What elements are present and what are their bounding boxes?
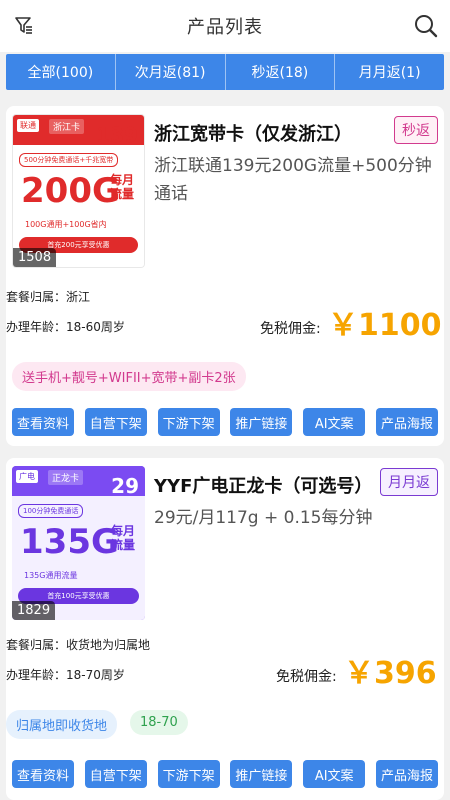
sales-count: 1508	[13, 248, 57, 267]
card-name: 浙江卡	[49, 119, 85, 134]
age-value: 18-70周岁	[66, 668, 125, 682]
age-label: 办理年龄：	[6, 668, 67, 682]
tab-instant[interactable]: 秒返(18)	[226, 54, 336, 90]
action-bar: 查看资料 自营下架 下游下架 推广链接 AI文案 产品海报	[12, 760, 438, 788]
attribution-row: 套餐归属：浙江	[6, 288, 90, 305]
product-description: 浙江联通139元200G流量+500分钟通话	[154, 156, 432, 204]
attribution-label: 套餐归属：	[6, 290, 67, 304]
age-chip: 18-70	[130, 710, 188, 735]
filter-tabs: 全部(100) 次月返(81) 秒返(18) 月月返(1)	[6, 54, 444, 90]
data-detail: 135G通用流量	[24, 571, 78, 580]
promo-link-button[interactable]: 推广链接	[230, 408, 293, 436]
downstream-delist-button[interactable]: 下游下架	[157, 760, 220, 788]
feature-chip: 送手机+靓号+WIFII+宽带+副卡2张	[12, 362, 246, 391]
call-pill: 100分钟免费通话	[18, 504, 84, 518]
data-detail: 100G通用+100G省内	[25, 220, 107, 229]
commission-label: 免税佣金:	[276, 669, 337, 685]
attribution-row: 套餐归属：收货地为归属地	[6, 636, 150, 653]
data-amount: 200G	[21, 171, 120, 211]
product-poster-button[interactable]: 产品海报	[375, 408, 438, 436]
ai-copy-button[interactable]: AI文案	[303, 408, 366, 436]
feature-chip: 归属地即收货地	[6, 710, 118, 739]
self-delist-button[interactable]: 自营下架	[84, 760, 147, 788]
monthly-price: 29	[111, 474, 139, 498]
data-label: 每月流量	[111, 524, 136, 552]
age-value: 18-60周岁	[66, 320, 125, 334]
tab-all[interactable]: 全部(100)	[6, 54, 116, 90]
attribution-value: 浙江	[66, 290, 91, 304]
commission-value: ￥1100	[328, 308, 442, 343]
view-details-button[interactable]: 查看资料	[12, 760, 74, 788]
card-name: 正龙卡	[48, 470, 84, 485]
view-details-button[interactable]: 查看资料	[12, 408, 74, 436]
search-icon[interactable]	[410, 10, 442, 42]
product-thumbnail[interactable]: 广电 正龙卡 29 100分钟免费通话 135G 每月流量 135G通用流量 首…	[12, 466, 145, 620]
downstream-delist-button[interactable]: 下游下架	[157, 408, 220, 436]
data-label: 每月流量	[110, 173, 135, 201]
product-poster-button[interactable]: 产品海报	[375, 760, 438, 788]
age-label: 办理年龄：	[6, 320, 67, 334]
rebate-badge: 月月返	[380, 468, 438, 496]
commission-value: ￥396	[344, 656, 437, 691]
page-title: 产品列表	[187, 17, 263, 38]
sales-count: 1829	[12, 601, 56, 620]
carrier-tag: 联通	[17, 119, 39, 132]
promo-link-button[interactable]: 推广链接	[230, 760, 293, 788]
attribution-label: 套餐归属：	[6, 638, 67, 652]
app-header: 产品列表	[0, 0, 450, 52]
tab-next-month[interactable]: 次月返(81)	[116, 54, 226, 90]
product-card: 广电 正龙卡 29 100分钟免费通话 135G 每月流量 135G通用流量 首…	[6, 458, 444, 800]
product-thumbnail[interactable]: 联通 浙江卡 139 500分钟免费通话+千兆宽带 200G 每月流量 100G…	[12, 114, 145, 268]
product-title: 浙江宽带卡（仅发浙江）	[154, 124, 352, 145]
tab-monthly[interactable]: 月月返(1)	[335, 54, 444, 90]
action-bar: 查看资料 自营下架 下游下架 推广链接 AI文案 产品海报	[12, 408, 438, 436]
ai-copy-button[interactable]: AI文案	[303, 760, 366, 788]
self-delist-button[interactable]: 自营下架	[84, 408, 147, 436]
product-card: 联通 浙江卡 139 500分钟免费通话+千兆宽带 200G 每月流量 100G…	[6, 106, 444, 446]
call-pill: 500分钟免费通话+千兆宽带	[19, 153, 119, 167]
attribution-value: 收货地为归属地	[66, 638, 151, 652]
monthly-price: 139	[96, 123, 138, 147]
product-title: YYF广电正龙卡（可选号）	[154, 476, 373, 497]
age-row: 办理年龄：18-70周岁	[6, 666, 125, 683]
data-amount: 135G	[20, 522, 119, 562]
age-row: 办理年龄：18-60周岁	[6, 318, 125, 335]
filter-icon[interactable]	[8, 10, 40, 42]
commission-label: 免税佣金:	[260, 321, 321, 337]
product-description: 29元/月117g + 0.15每分钟	[154, 508, 373, 528]
rebate-badge: 秒返	[394, 116, 438, 144]
carrier-tag: 广电	[16, 470, 38, 483]
